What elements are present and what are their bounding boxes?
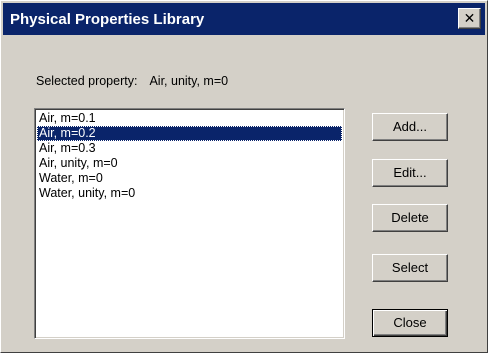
list-item[interactable]: Water, unity, m=0: [37, 186, 342, 201]
select-button[interactable]: Select: [372, 254, 448, 282]
selected-property-value: Air, unity, m=0: [149, 74, 229, 88]
selected-property-row: Selected property: Air, unity, m=0: [36, 74, 228, 88]
dialog-title: Physical Properties Library: [10, 10, 205, 28]
close-window-button[interactable]: ✕: [458, 8, 481, 29]
delete-button[interactable]: Delete: [372, 204, 448, 232]
list-item-selected[interactable]: Air, m=0.2: [37, 126, 342, 141]
physical-properties-dialog: Physical Properties Library ✕ Selected p…: [0, 0, 488, 353]
list-item[interactable]: Air, m=0.3: [37, 141, 342, 156]
close-icon: ✕: [463, 10, 476, 26]
edit-button[interactable]: Edit...: [372, 159, 448, 187]
selected-property-label: Selected property:: [36, 74, 138, 88]
list-item[interactable]: Air, unity, m=0: [37, 156, 342, 171]
properties-listbox[interactable]: Air, m=0.1 Air, m=0.2 Air, m=0.3 Air, un…: [34, 108, 345, 339]
add-button[interactable]: Add...: [372, 113, 448, 141]
list-item[interactable]: Water, m=0: [37, 171, 342, 186]
close-button[interactable]: Close: [372, 309, 448, 337]
list-item[interactable]: Air, m=0.1: [37, 111, 342, 126]
title-bar[interactable]: Physical Properties Library ✕: [3, 3, 485, 35]
